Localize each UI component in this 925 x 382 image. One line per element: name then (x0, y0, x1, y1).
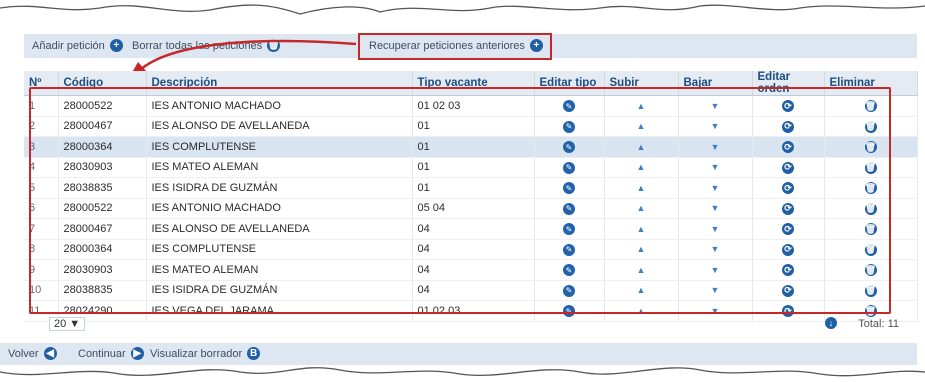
plus-icon: + (109, 39, 123, 52)
table-footer: 20 ▼ ↓ Total: 11 (24, 315, 917, 333)
trash-icon: 🗑 (267, 39, 281, 52)
total-count: Total: 11 (858, 318, 899, 330)
add-request-button[interactable]: Añadir petición + (32, 39, 123, 52)
delete-all-requests-button[interactable]: Borrar todas las peticiones 🗑 (132, 39, 281, 52)
highlight-box-table (29, 87, 891, 314)
delete-all-label: Borrar todas las peticiones (132, 39, 263, 52)
download-icon[interactable]: ↓ (825, 317, 837, 329)
torn-edge-top (0, 0, 925, 15)
torn-edge-bottom (0, 367, 925, 382)
highlight-box-recover (358, 33, 552, 60)
add-request-label: Añadir petición (32, 39, 105, 52)
page-size-select[interactable]: 20 ▼ (49, 317, 86, 331)
